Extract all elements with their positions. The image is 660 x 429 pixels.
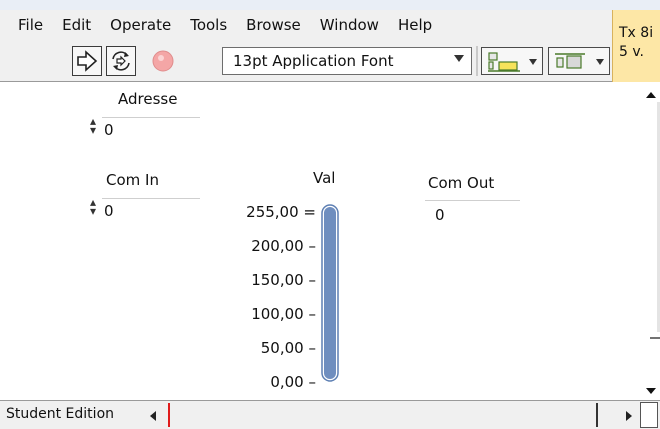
com-out-label: Com Out <box>428 174 495 192</box>
run-button[interactable] <box>72 46 102 76</box>
scale-tick: 150,00 – <box>251 271 316 289</box>
chevron-down-icon[interactable] <box>454 55 464 62</box>
com-in-label: Com In <box>106 171 159 189</box>
scroll-down-icon[interactable] <box>646 388 656 394</box>
scale-tick: 100,00 – <box>251 305 316 323</box>
help-line-1: Tx 8i <box>619 25 654 41</box>
scroll-divider <box>596 403 598 427</box>
abort-button[interactable] <box>150 48 176 74</box>
menu-window[interactable]: Window <box>320 16 379 34</box>
menu-operate[interactable]: Operate <box>110 16 171 34</box>
chevron-down-icon <box>596 59 604 65</box>
context-help-box[interactable]: Tx 8i 5 v. <box>612 10 660 84</box>
menu-file[interactable]: File <box>18 16 43 34</box>
run-arrow-icon <box>77 50 98 72</box>
page-marker <box>168 403 170 427</box>
toolbar: 13pt Application Font <box>0 40 612 82</box>
com-out-value: 0 <box>435 206 445 224</box>
distribute-objects-dropdown[interactable] <box>548 47 610 75</box>
chevron-down-icon <box>529 59 537 65</box>
run-continuously-button[interactable] <box>106 46 136 76</box>
align-objects-dropdown[interactable] <box>481 47 543 75</box>
font-selector-label: 13pt Application Font <box>233 52 394 70</box>
scroll-right-icon[interactable] <box>622 409 634 423</box>
com-in-value[interactable]: 0 <box>102 198 200 222</box>
run-continuously-icon <box>112 51 130 71</box>
tank-fill <box>324 207 336 379</box>
menu-browse[interactable]: Browse <box>246 16 301 34</box>
resize-grip[interactable] <box>640 402 658 428</box>
scale-tick: 255,00 = <box>246 203 316 221</box>
toolbar-separator <box>476 46 478 76</box>
tank-indicator <box>321 204 339 382</box>
scale-tick: 0,00 – <box>270 373 316 391</box>
com-in-numeric-control[interactable]: ▴ ▾ 0 <box>90 196 200 222</box>
com-out-indicator: 0 <box>425 200 520 226</box>
window-top-strip <box>0 0 660 10</box>
increment-decrement-icon[interactable]: ▴ ▾ <box>90 115 96 136</box>
menu-edit[interactable]: Edit <box>62 16 91 34</box>
tank-label: Val <box>313 169 336 187</box>
menu-tools[interactable]: Tools <box>190 16 227 34</box>
menu-help[interactable]: Help <box>398 16 432 34</box>
student-edition-label: Student Edition <box>6 406 115 422</box>
tank-scale: 255,00 = 200,00 – 150,00 – 100,00 – 50,0… <box>236 203 316 393</box>
scale-tick: 50,00 – <box>260 339 316 357</box>
abort-stop-icon <box>152 50 174 72</box>
align-objects-icon <box>488 52 520 72</box>
scroll-up-icon[interactable] <box>646 92 656 98</box>
adresse-label: Adresse <box>118 90 178 108</box>
font-selector[interactable]: 13pt Application Font <box>222 47 472 75</box>
vertical-scrollbar[interactable] <box>642 82 660 400</box>
increment-decrement-icon[interactable]: ▴ ▾ <box>90 196 96 217</box>
distribute-objects-icon <box>555 53 585 69</box>
adresse-numeric-control[interactable]: ▴ ▾ 0 <box>90 115 200 141</box>
scroll-left-icon[interactable] <box>148 409 160 423</box>
scale-tick: 200,00 – <box>251 237 316 255</box>
adresse-value[interactable]: 0 <box>102 117 200 141</box>
help-line-2: 5 v. <box>619 44 645 60</box>
bottom-bar: Student Edition <box>0 400 660 429</box>
menu-bar: File Edit Operate Tools Browse Window He… <box>0 10 612 40</box>
